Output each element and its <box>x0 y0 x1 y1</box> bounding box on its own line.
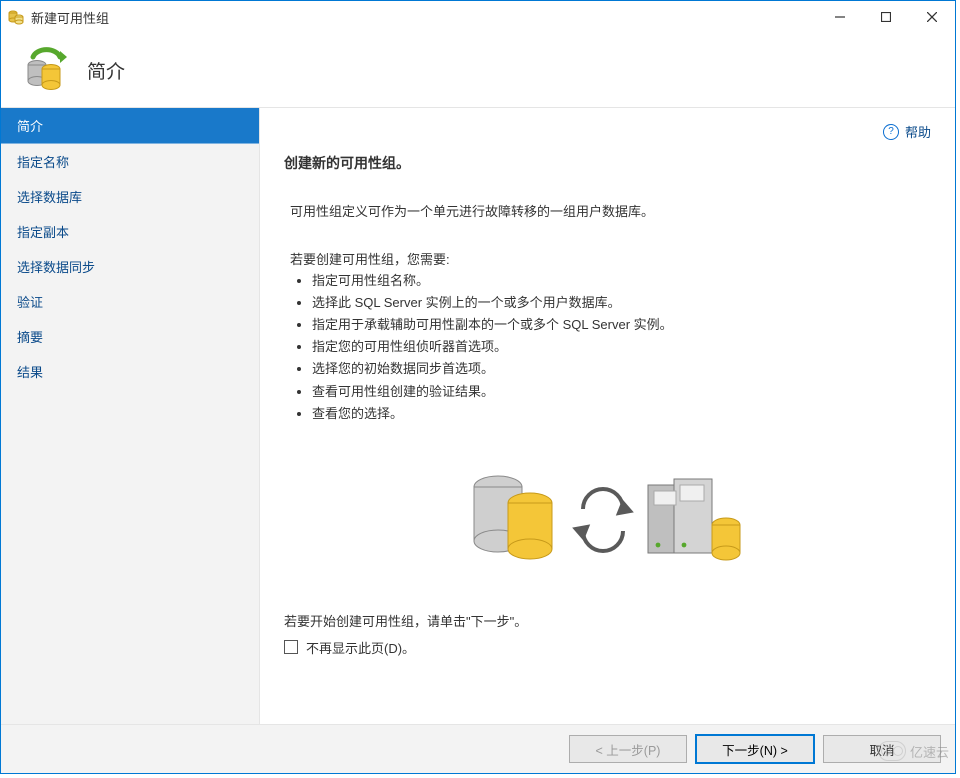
sidebar-item-specify-replica[interactable]: 指定副本 <box>1 214 259 249</box>
requirement-item: 选择此 SQL Server 实例上的一个或多个用户数据库。 <box>312 292 931 314</box>
definition-text: 可用性组定义可作为一个单元进行故障转移的一组用户数据库。 <box>290 201 931 223</box>
body: 简介 指定名称 选择数据库 指定副本 选择数据同步 验证 摘要 结果 ? 帮助 … <box>1 108 955 724</box>
content: ? 帮助 创建新的可用性组。 可用性组定义可作为一个单元进行故障转移的一组用户数… <box>260 108 955 724</box>
illustration-svg <box>448 459 768 579</box>
dont-show-checkbox[interactable] <box>284 640 298 654</box>
sidebar-item-specify-name[interactable]: 指定名称 <box>1 144 259 179</box>
close-button[interactable] <box>909 1 955 33</box>
header-icon <box>21 45 69 96</box>
header: 简介 <box>1 33 955 108</box>
requirement-item: 选择您的初始数据同步首选项。 <box>312 358 931 380</box>
requirement-item: 查看您的选择。 <box>312 403 931 425</box>
window-title: 新建可用性组 <box>31 8 109 27</box>
dont-show-label: 不再显示此页(D)。 <box>306 638 415 657</box>
requirement-item: 指定可用性组名称。 <box>312 270 931 292</box>
requirements-list: 指定可用性组名称。 选择此 SQL Server 实例上的一个或多个用户数据库。… <box>290 270 931 425</box>
illustration <box>448 459 768 579</box>
dont-show-row: 不再显示此页(D)。 <box>284 638 931 657</box>
requirement-item: 指定您的可用性组侦听器首选项。 <box>312 336 931 358</box>
sidebar-item-intro[interactable]: 简介 <box>1 108 259 144</box>
wizard-window: 新建可用性组 <box>0 0 956 774</box>
cancel-button[interactable]: 取消 <box>823 735 941 763</box>
help-label: 帮助 <box>905 122 931 141</box>
window-controls <box>817 1 955 33</box>
sidebar-item-select-db[interactable]: 选择数据库 <box>1 179 259 214</box>
help-link[interactable]: ? 帮助 <box>883 122 931 141</box>
titlebar: 新建可用性组 <box>1 1 955 33</box>
next-button[interactable]: 下一步(N) > <box>695 734 815 764</box>
page-heading: 简介 <box>87 57 125 84</box>
minimize-button[interactable] <box>817 1 863 33</box>
sidebar-item-data-sync[interactable]: 选择数据同步 <box>1 249 259 284</box>
help-icon: ? <box>883 124 899 140</box>
maximize-button[interactable] <box>863 1 909 33</box>
sidebar: 简介 指定名称 选择数据库 指定副本 选择数据同步 验证 摘要 结果 <box>1 108 260 724</box>
sidebar-item-result[interactable]: 结果 <box>1 354 259 389</box>
sidebar-item-summary[interactable]: 摘要 <box>1 319 259 354</box>
requirement-item: 查看可用性组创建的验证结果。 <box>312 381 931 403</box>
content-heading: 创建新的可用性组。 <box>284 153 931 173</box>
need-title: 若要创建可用性组，您需要: <box>290 249 931 268</box>
prev-button: < 上一步(P) <box>569 735 687 763</box>
app-icon <box>7 8 25 26</box>
footer: < 上一步(P) 下一步(N) > 取消 <box>1 724 955 773</box>
requirement-item: 指定用于承载辅助可用性副本的一个或多个 SQL Server 实例。 <box>312 314 931 336</box>
start-instruction: 若要开始创建可用性组，请单击"下一步"。 <box>284 611 931 630</box>
sidebar-item-validate[interactable]: 验证 <box>1 284 259 319</box>
